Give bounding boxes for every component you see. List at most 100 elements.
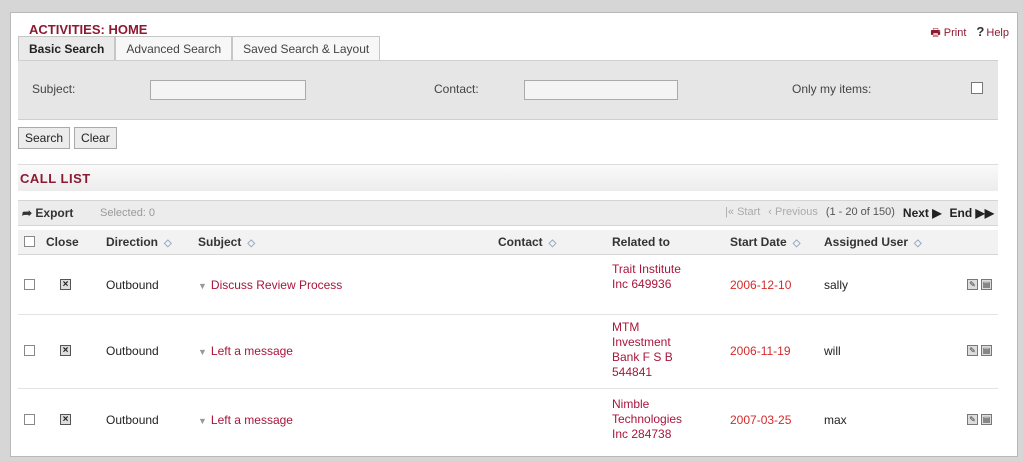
row-actions: ✎ ▤	[967, 414, 992, 425]
tab-saved-search-layout[interactable]: Saved Search & Layout	[232, 36, 381, 60]
edit-icon[interactable]: ✎	[967, 279, 978, 290]
close-icon[interactable]: ×	[60, 279, 71, 290]
print-label: Print	[943, 27, 967, 39]
subject-label: Subject:	[32, 82, 76, 96]
row-related-line: 544841	[612, 365, 653, 379]
row-actions: ✎ ▤	[967, 345, 992, 356]
search-button[interactable]: Search	[18, 127, 71, 149]
only-my-items-label: Only my items:	[792, 82, 872, 96]
search-form: Subject: Contact: Only my items:	[18, 60, 998, 120]
row-direction: Outbound	[106, 344, 159, 358]
tab-basic-search[interactable]: Basic Search	[18, 36, 116, 60]
clear-button[interactable]: Clear	[74, 127, 117, 149]
page-range: (1 - 20 of 150)	[825, 206, 895, 218]
row-start-date: 2007-03-25	[730, 413, 792, 427]
help-link[interactable]: ? Help	[976, 24, 1009, 43]
row-subject-label: Discuss Review Process	[210, 278, 343, 292]
sort-icon: ◇	[548, 238, 557, 249]
row-subject-label: Left a message	[210, 413, 293, 427]
row-related-line: Inc 649936	[612, 277, 672, 291]
export-button[interactable]: ➦ Export	[22, 206, 73, 220]
column-close: Close	[46, 235, 79, 249]
row-related-to[interactable]: Nimble Technologies Inc 284738	[612, 397, 712, 442]
table-header: Close Direction ◇ Subject ◇ Contact ◇ Relat…	[18, 230, 998, 255]
row-start-date: 2006-11-19	[730, 344, 791, 358]
search-tabs: Basic Search Advanced Search Saved Searc…	[18, 36, 381, 60]
next-icon: ▶	[932, 206, 942, 220]
row-checkbox[interactable]	[24, 414, 35, 425]
table-row: × Outbound ▼ Discuss Review Process Trait…	[18, 256, 998, 315]
top-links: 🖶 Print ? Help	[930, 24, 1009, 43]
sort-icon: ◇	[914, 238, 922, 249]
expand-icon: ▼	[198, 281, 207, 291]
row-checkbox[interactable]	[24, 345, 35, 356]
end-link[interactable]: End ▶▶	[950, 206, 994, 220]
row-subject-label: Left a message	[210, 344, 293, 358]
column-subject[interactable]: Subject ◇	[198, 235, 255, 249]
select-all-checkbox[interactable]	[24, 236, 35, 247]
row-assigned-user: max	[824, 413, 847, 427]
row-related-to[interactable]: MTM Investment Bank F S B 544841	[612, 320, 712, 380]
view-icon[interactable]: ▤	[981, 414, 992, 425]
edit-icon[interactable]: ✎	[967, 345, 978, 356]
row-related-to[interactable]: Trait Institute Inc 649936	[612, 262, 712, 292]
expand-icon: ▼	[198, 416, 207, 426]
edit-icon[interactable]: ✎	[967, 414, 978, 425]
column-contact-label: Contact	[498, 235, 543, 249]
column-assigned-user[interactable]: Assigned User ◇	[824, 235, 922, 249]
column-assigned-user-label: Assigned User	[824, 235, 909, 249]
sort-icon: ◇	[164, 238, 172, 249]
row-start-date: 2006-12-10	[730, 278, 792, 292]
table-row: × Outbound ▼ Left a message MTM Investmen…	[18, 315, 998, 389]
contact-label: Contact:	[434, 82, 479, 96]
row-related-line: Bank F S B	[612, 350, 673, 364]
column-start-date-label: Start Date	[730, 235, 787, 249]
row-related-line: Technologies	[612, 412, 683, 426]
start-link[interactable]: |« Start	[725, 206, 760, 220]
row-direction: Outbound	[106, 278, 159, 292]
print-link[interactable]: 🖶 Print	[930, 24, 966, 43]
list-toolbar: ➦ Export Selected: 0 |« Start ‹ Previous…	[18, 200, 998, 226]
export-icon: ➦	[22, 206, 33, 220]
help-label: Help	[986, 27, 1009, 39]
call-list-title: CALL LIST	[20, 171, 91, 186]
next-label: Next	[902, 206, 929, 220]
row-related-line: Trait Institute	[612, 262, 681, 276]
pagination: |« Start ‹ Previous (1 - 20 of 150) Next…	[725, 206, 994, 220]
row-related-line: MTM	[612, 320, 640, 334]
end-label: End	[949, 206, 973, 220]
column-direction[interactable]: Direction ◇	[106, 235, 172, 249]
previous-link[interactable]: ‹ Previous	[768, 206, 818, 220]
column-contact[interactable]: Contact ◇	[498, 235, 556, 249]
start-icon: |«	[725, 206, 734, 218]
help-icon: ?	[976, 24, 985, 39]
view-icon[interactable]: ▤	[981, 345, 992, 356]
view-icon[interactable]: ▤	[981, 279, 992, 290]
next-link[interactable]: Next ▶	[903, 206, 942, 220]
search-buttons: Search Clear	[18, 127, 117, 149]
tab-advanced-search[interactable]: Advanced Search	[115, 36, 233, 60]
row-subject[interactable]: ▼ Left a message	[198, 344, 293, 358]
sort-icon: ◇	[247, 238, 256, 249]
close-icon[interactable]: ×	[60, 345, 71, 356]
row-subject[interactable]: ▼ Discuss Review Process	[198, 278, 342, 292]
row-actions: ✎ ▤	[967, 279, 992, 290]
export-label: Export	[35, 206, 74, 220]
only-my-items-checkbox[interactable]	[971, 82, 983, 94]
contact-input[interactable]	[524, 80, 678, 100]
page-title: ACTIVITIES: HOME	[29, 22, 148, 37]
row-checkbox[interactable]	[24, 279, 35, 290]
row-subject[interactable]: ▼ Left a message	[198, 413, 293, 427]
row-related-line: Nimble	[612, 397, 650, 411]
row-direction: Outbound	[106, 413, 159, 427]
subject-input[interactable]	[150, 80, 306, 100]
sort-icon: ◇	[792, 238, 801, 249]
row-related-line: Inc 284738	[612, 427, 672, 441]
close-icon[interactable]: ×	[60, 414, 71, 425]
column-start-date[interactable]: Start Date ◇	[730, 235, 800, 249]
row-related-line: Investment	[612, 335, 671, 349]
column-related-to: Related to	[612, 235, 671, 249]
column-direction-label: Direction	[106, 235, 159, 249]
start-label: Start	[737, 206, 761, 218]
row-assigned-user: sally	[824, 278, 849, 292]
